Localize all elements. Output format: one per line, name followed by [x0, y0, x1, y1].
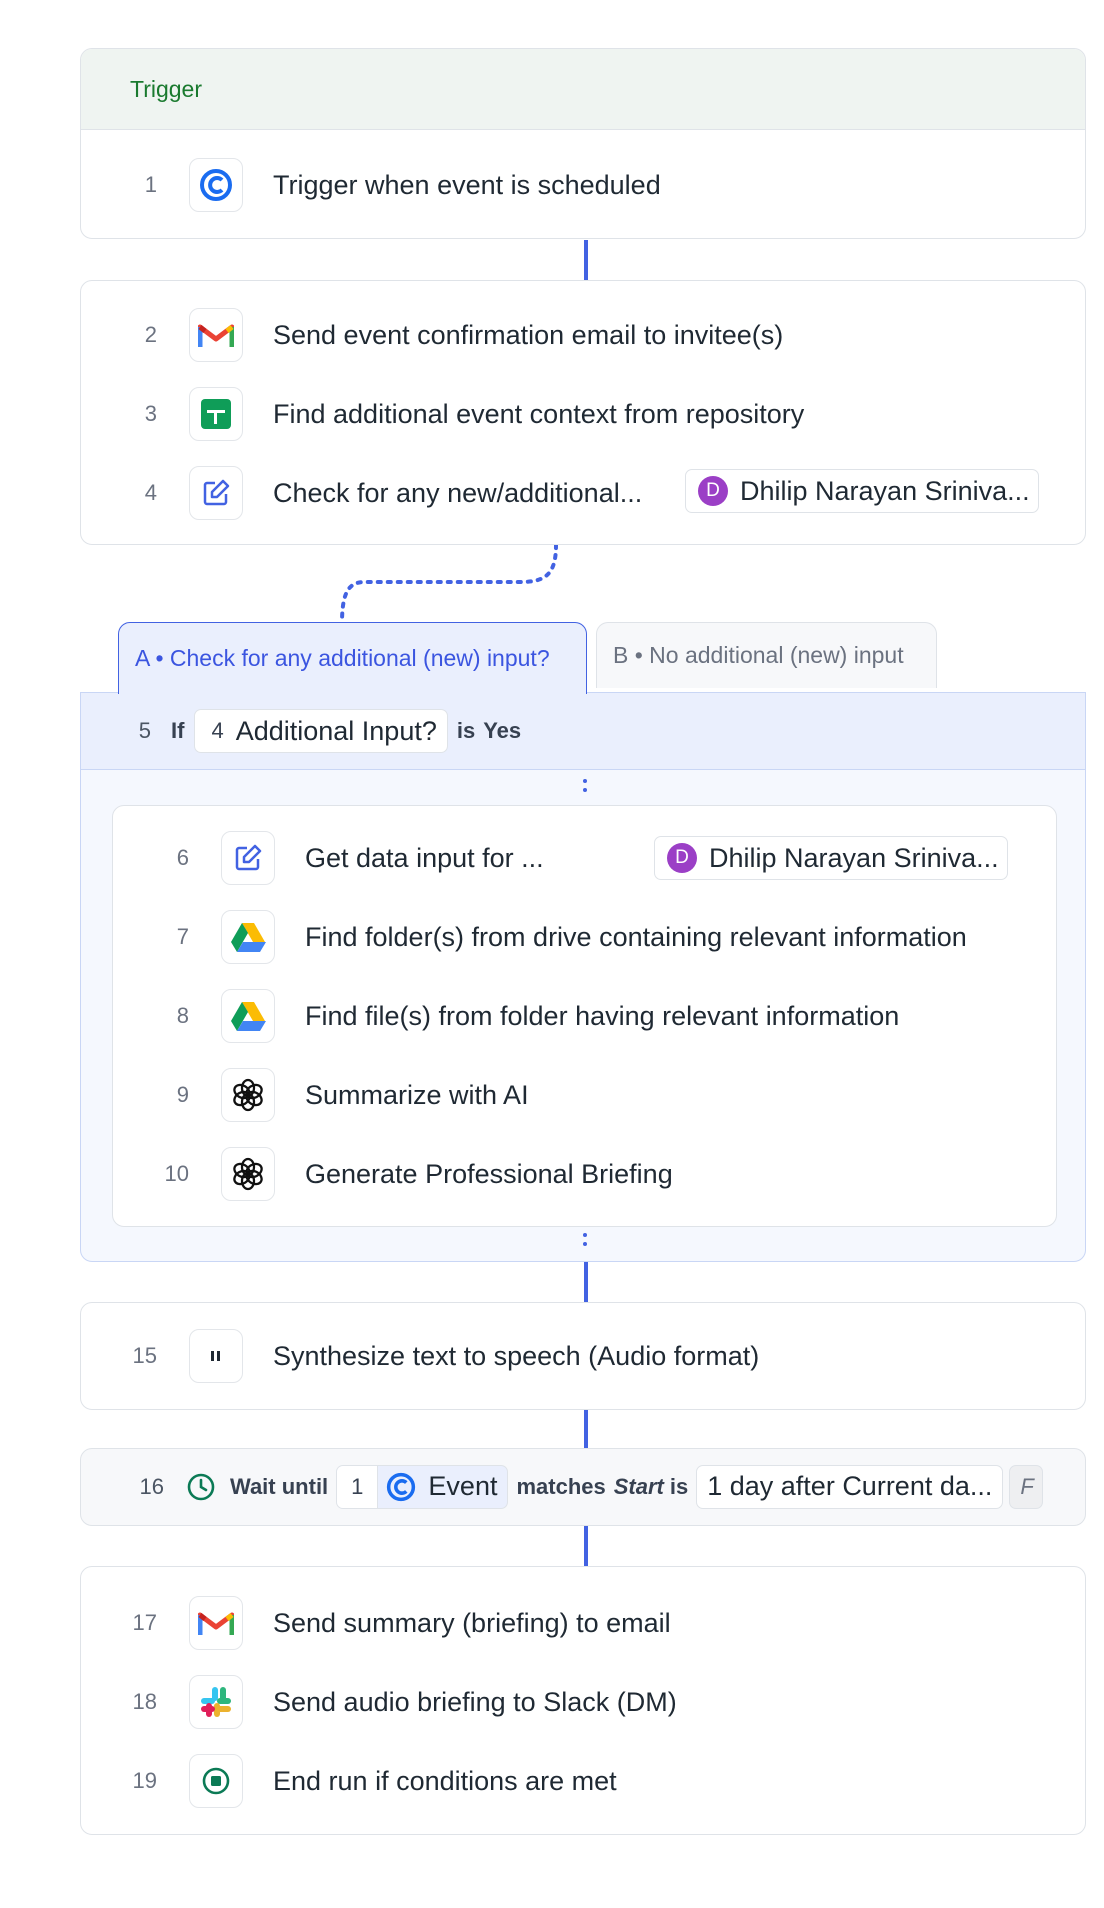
branch-container: 5 If 4 Additional Input? is Yes 6 Get da… — [80, 692, 1086, 1262]
condition-row[interactable]: 5 If 4 Additional Input? is Yes — [81, 693, 1085, 770]
tab-label: B • No additional (new) input — [613, 642, 904, 668]
connector-line — [584, 1410, 588, 1448]
edit-form-icon — [221, 831, 275, 885]
connector-line — [584, 240, 588, 280]
step-label: Send summary (briefing) to email — [273, 1607, 671, 1638]
step-row[interactable]: 8 Find file(s) from folder having releva… — [113, 984, 1056, 1048]
step-row[interactable]: 1 Trigger when event is scheduled — [81, 153, 1085, 217]
openai-icon — [221, 1147, 275, 1201]
google-sheets-icon — [189, 387, 243, 441]
step-number: 7 — [176, 924, 189, 949]
step-label: Find folder(s) from drive containing rel… — [305, 921, 967, 952]
variable-step-number: 4 — [211, 718, 224, 743]
step-row[interactable]: 17 Send summary (briefing) to email — [81, 1591, 1085, 1655]
calendly-icon — [386, 1472, 416, 1502]
step-number: 8 — [176, 1003, 189, 1028]
gmail-icon — [189, 1596, 243, 1650]
branch-steps-card: 6 Get data input for ... D Dhilip Naraya… — [112, 805, 1057, 1227]
matches-text: matches — [516, 1473, 606, 1499]
step-group-card: 17 Send summary (briefing) to email 18 S… — [80, 1566, 1086, 1835]
step-label: Summarize with AI — [305, 1079, 529, 1110]
step-row[interactable]: 19 End run if conditions are met — [81, 1749, 1085, 1813]
step-number: 9 — [176, 1082, 189, 1107]
step-group-card: 2 Send event confirmation email to invit… — [80, 280, 1086, 545]
condition-operator: is — [456, 718, 476, 743]
variable-label: Additional Input? — [235, 715, 437, 746]
step-row[interactable]: 7 Find folder(s) from drive containing r… — [113, 905, 1056, 969]
step-label: Check for any new/additional... — [273, 477, 643, 508]
tab-label: A • Check for any additional (new) input… — [135, 645, 550, 671]
connector-line — [584, 1526, 588, 1566]
avatar: D — [667, 843, 697, 873]
step-row[interactable]: 2 Send event confirmation email to invit… — [81, 303, 1085, 367]
step-number: 18 — [132, 1689, 157, 1714]
event-variable-chip[interactable]: 1 Event — [336, 1464, 509, 1509]
step-number: 16 — [139, 1473, 164, 1499]
step-number: 5 — [138, 718, 151, 743]
step-label: End run if conditions are met — [273, 1765, 617, 1796]
step-label: Trigger when event is scheduled — [273, 169, 661, 200]
field-name: Start — [613, 1473, 664, 1499]
step-number: 3 — [144, 401, 157, 426]
trigger-header-label: Trigger — [130, 75, 202, 102]
condition-if: If — [171, 718, 185, 743]
step-row[interactable]: 18 Send audio briefing to Slack (DM) — [81, 1670, 1085, 1734]
step-label: Find file(s) from folder having relevant… — [305, 1000, 900, 1031]
tab-branch-b[interactable]: B • No additional (new) input — [596, 622, 937, 688]
wait-row: 16 Wait until 1 Event matches Start is 1… — [81, 1449, 1043, 1524]
overflow-chip[interactable]: F — [1009, 1464, 1043, 1509]
variable-step-number: 1 — [337, 1465, 379, 1508]
step-label: Synthesize text to speech (Audio format) — [273, 1340, 760, 1371]
step-number: 17 — [132, 1610, 157, 1635]
step-number: 10 — [164, 1161, 189, 1186]
step-row[interactable]: 9 Summarize with AI — [113, 1063, 1056, 1127]
assignee-name: Dhilip Narayan Sriniva... — [709, 842, 999, 873]
connector-dots — [583, 779, 587, 797]
edit-form-icon — [189, 466, 243, 520]
step-number: 4 — [144, 480, 157, 505]
connector-dots — [583, 1233, 587, 1251]
wait-value-chip[interactable]: 1 day after Current da... — [696, 1464, 1004, 1509]
trigger-header: Trigger — [81, 49, 1085, 130]
step-number: 6 — [176, 845, 189, 870]
is-text: is — [669, 1473, 689, 1499]
avatar: D — [698, 476, 728, 506]
step-label: Generate Professional Briefing — [305, 1158, 673, 1189]
step-number: 19 — [132, 1768, 157, 1793]
step-label: Send event confirmation email to invitee… — [273, 319, 784, 350]
assignee-chip[interactable]: D Dhilip Narayan Sriniva... — [654, 836, 1008, 880]
step-row[interactable]: 10 Generate Professional Briefing — [113, 1142, 1056, 1206]
clock-icon — [186, 1472, 216, 1502]
variable-label: Event — [428, 1471, 498, 1501]
google-drive-icon — [221, 989, 275, 1043]
step-card[interactable]: 15 Synthesize text to speech (Audio form… — [80, 1302, 1086, 1410]
gmail-icon — [189, 308, 243, 362]
slack-icon — [189, 1675, 243, 1729]
pause-icon — [189, 1329, 243, 1383]
step-row[interactable]: 3 Find additional event context from rep… — [81, 382, 1085, 446]
openai-icon — [221, 1068, 275, 1122]
google-drive-icon — [221, 910, 275, 964]
trigger-card[interactable]: Trigger 1 Trigger when event is schedule… — [80, 48, 1086, 239]
connector-line — [584, 1262, 588, 1302]
step-number: 1 — [144, 172, 157, 197]
branch-connector — [340, 545, 558, 625]
condition-variable-chip[interactable]: 4 Additional Input? — [194, 709, 448, 753]
wait-card[interactable]: 16 Wait until 1 Event matches Start is 1… — [80, 1448, 1086, 1526]
step-label: Find additional event context from repos… — [273, 398, 805, 429]
calendly-icon — [189, 158, 243, 212]
step-row[interactable]: 15 Synthesize text to speech (Audio form… — [81, 1324, 1085, 1388]
stop-icon — [189, 1754, 243, 1808]
assignee-name: Dhilip Narayan Sriniva... — [740, 475, 1030, 506]
assignee-chip[interactable]: D Dhilip Narayan Sriniva... — [685, 469, 1039, 513]
tab-branch-a[interactable]: A • Check for any additional (new) input… — [118, 622, 587, 694]
step-label: Get data input for ... — [305, 842, 544, 873]
condition-value: Yes — [483, 718, 522, 743]
step-label: Send audio briefing to Slack (DM) — [273, 1686, 677, 1717]
wait-until-text: Wait until — [230, 1473, 329, 1499]
step-number: 15 — [132, 1343, 157, 1368]
step-number: 2 — [144, 322, 157, 347]
